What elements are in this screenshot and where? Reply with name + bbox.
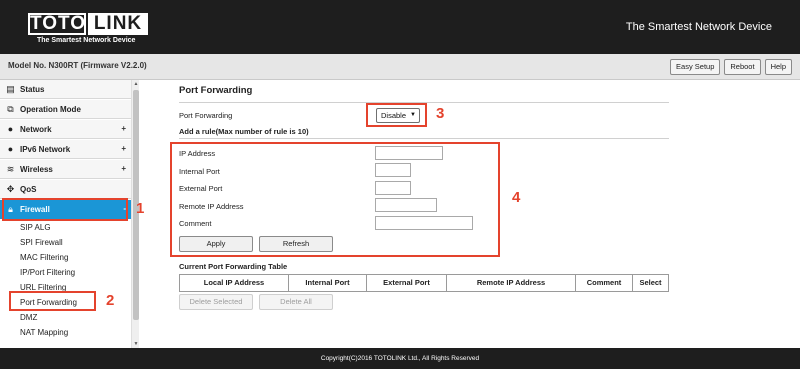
port-forwarding-table: Local IP Address Internal Port External … [179, 274, 669, 292]
easy-setup-button[interactable]: Easy Setup [670, 59, 721, 75]
sidebar-item-network[interactable]: ● Network + [0, 120, 131, 139]
delete-all-button[interactable]: Delete All [259, 294, 333, 310]
table-header-select: Select [639, 278, 662, 287]
operation-mode-icon: ⧉ [7, 104, 14, 114]
expand-plus-icon: + [121, 124, 126, 133]
sidebar-item-label: Wireless [20, 165, 53, 174]
callout-box-firewall [2, 198, 128, 221]
totolink-logo: TOTO LINK [28, 13, 148, 35]
qos-icon: ✥ [6, 184, 15, 194]
model-bar: Model No. N300RT (Firmware V2.2.0) Easy … [0, 54, 800, 80]
sidebar-subitem-dmz[interactable]: DMZ [20, 313, 37, 322]
status-icon: ▤ [6, 84, 15, 94]
sidebar-subitem-sip-alg[interactable]: SIP ALG [20, 223, 51, 232]
port-forwarding-label: Port Forwarding [179, 111, 233, 120]
top-buttons: Easy Setup Reboot Help [670, 59, 792, 75]
table-header-remote-ip: Remote IP Address [447, 275, 576, 291]
sidebar-item-label: Network [20, 125, 52, 134]
logo-toto: TOTO [28, 13, 87, 35]
logo-tagline: The Smartest Network Device [37, 37, 136, 44]
sidebar-item-label: IPv6 Network [20, 145, 71, 154]
add-rule-divider [179, 138, 669, 139]
add-rule-label: Add a rule(Max number of rule is 10) [179, 127, 309, 136]
delete-selected-button[interactable]: Delete Selected [179, 294, 253, 310]
logo-link: LINK [88, 13, 148, 35]
sidebar-subitem-spi-firewall[interactable]: SPI Firewall [20, 238, 63, 247]
callout-number-2: 2 [106, 292, 115, 309]
callout-box-port-forwarding-select [366, 103, 427, 127]
globe-icon: ● [7, 144, 14, 154]
sidebar-item-label: QoS [20, 185, 37, 194]
callout-box-port-forwarding [9, 291, 96, 311]
table-header-external-port: External Port [367, 275, 447, 291]
sidebar-subitem-nat-mapping[interactable]: NAT Mapping [20, 328, 68, 337]
expand-plus-icon: + [121, 144, 126, 153]
header-tagline: The Smartest Network Device [625, 21, 772, 33]
router-admin-page: TOTO LINK The Smartest Network Device Th… [0, 0, 800, 369]
table-header-comment: Comment [576, 275, 633, 291]
footer-bar: Copyright(C)2016 TOTOLINK Ltd., All Righ… [0, 348, 800, 369]
callout-number-3: 3 [436, 105, 445, 122]
sidebar-item-label: Operation Mode [20, 105, 81, 114]
callout-number-1: 1 [136, 200, 145, 217]
table-header-internal-port: Internal Port [289, 275, 367, 291]
sidebar-item-wireless[interactable]: ≋ Wireless + [0, 160, 131, 179]
page-title: Port Forwarding [179, 85, 253, 96]
sidebar-subitem-mac-filtering[interactable]: MAC Filtering [20, 253, 68, 262]
wifi-icon: ≋ [6, 164, 15, 174]
sidebar-item-status[interactable]: ▤ Status [0, 80, 131, 99]
sidebar-item-label: Status [20, 85, 45, 94]
help-button[interactable]: Help [764, 59, 792, 75]
model-number: Model No. N300RT (Firmware V2.2.0) [8, 61, 147, 70]
sidebar-item-operation-mode[interactable]: ⧉ Operation Mode [0, 100, 131, 119]
callout-number-4: 4 [512, 189, 521, 206]
table-header-local-ip: Local IP Address [180, 275, 289, 291]
sidebar-item-qos[interactable]: ✥ QoS [0, 180, 131, 199]
expand-plus-icon: + [121, 164, 126, 173]
header-bar: TOTO LINK The Smartest Network Device Th… [0, 0, 800, 54]
callout-box-add-rule-form [170, 142, 500, 257]
table-title: Current Port Forwarding Table [179, 262, 288, 271]
copyright-text: Copyright(C)2016 TOTOLINK Ltd., All Righ… [320, 355, 480, 362]
reboot-button[interactable]: Reboot [724, 59, 761, 75]
sidebar-subitem-ip-port-filtering[interactable]: IP/Port Filtering [20, 268, 75, 277]
globe-icon: ● [7, 124, 14, 134]
sidebar-item-ipv6-network[interactable]: ● IPv6 Network + [0, 140, 131, 159]
